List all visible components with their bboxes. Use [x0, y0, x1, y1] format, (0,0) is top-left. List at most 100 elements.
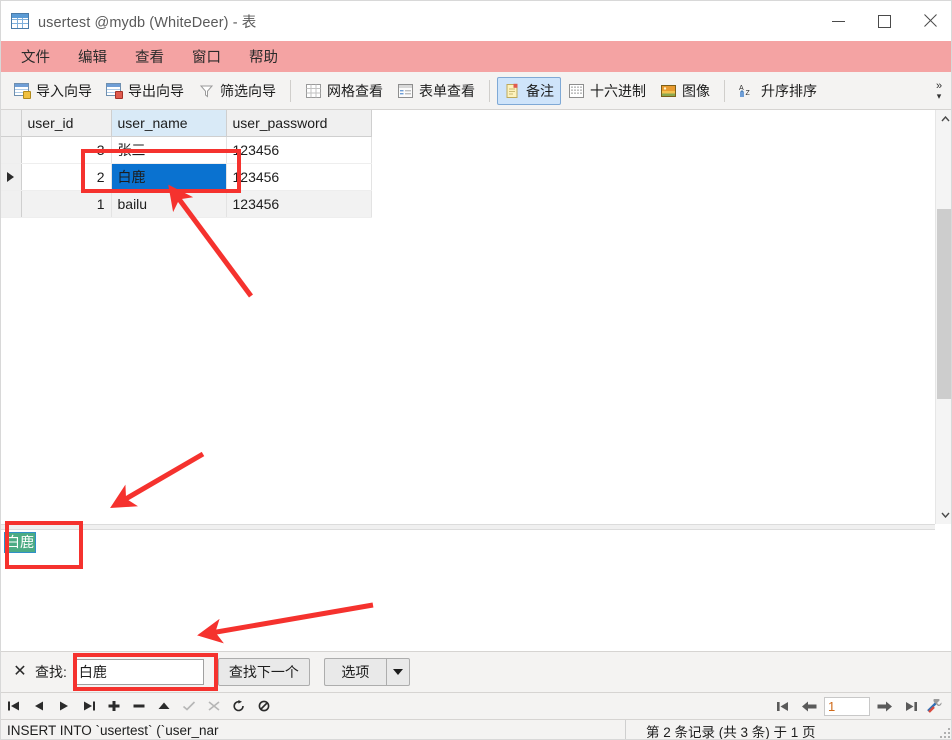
find-close-icon[interactable]: ✕: [11, 663, 29, 681]
first-page-button[interactable]: [772, 694, 797, 719]
confirm-check-button[interactable]: [176, 694, 201, 719]
current-row-marker-icon: [7, 171, 15, 182]
close-icon: [923, 14, 937, 28]
add-record-button[interactable]: [101, 694, 126, 719]
next-page-icon: [877, 701, 892, 712]
scrollbar-thumb[interactable]: [937, 209, 951, 399]
column-header-user-id[interactable]: user_id: [21, 110, 112, 137]
image-label: 图像: [682, 82, 710, 99]
scroll-down-icon[interactable]: [936, 506, 951, 524]
row-header-current[interactable]: [1, 163, 22, 191]
table-row[interactable]: 3 张三 123456: [1, 136, 372, 164]
find-input[interactable]: [73, 659, 204, 685]
delete-record-button[interactable]: [126, 694, 151, 719]
find-options-group: 选项: [323, 658, 410, 686]
form-view-button[interactable]: 表单查看: [390, 77, 482, 105]
previous-page-button[interactable]: [797, 694, 822, 719]
find-next-button[interactable]: 查找下一个: [217, 658, 310, 686]
window-title: usertest @mydb (WhiteDeer) - 表: [38, 14, 257, 31]
svg-text:Z: Z: [746, 90, 751, 97]
scroll-up-icon[interactable]: [936, 110, 951, 128]
toolbar-separator-3: [724, 79, 725, 102]
maximize-button[interactable]: [861, 1, 907, 41]
cancel-cross-icon: [208, 701, 219, 711]
memo-label: 备注: [526, 82, 554, 99]
grid-view-button[interactable]: 网格查看: [298, 77, 390, 105]
form-view-label: 表单查看: [419, 82, 475, 99]
cell-user-id[interactable]: 3: [21, 136, 112, 164]
cell-user-id[interactable]: 2: [21, 163, 112, 191]
refresh-button[interactable]: [226, 694, 251, 719]
data-grid: user_id user_name user_password 3 张三 123…: [1, 110, 372, 218]
row-header[interactable]: [1, 136, 22, 164]
cell-user-password[interactable]: 123456: [226, 163, 372, 191]
filter-wizard-icon: [198, 83, 215, 99]
chevron-down-icon: [392, 669, 403, 675]
cancel-cross-button[interactable]: [201, 694, 226, 719]
sort-ascending-button[interactable]: A Z 升序排序: [732, 77, 824, 105]
menu-edit[interactable]: 编辑: [68, 43, 117, 70]
tools-button[interactable]: [922, 694, 947, 719]
stop-icon: [258, 700, 269, 712]
grid-header-row: user_id user_name user_password: [1, 110, 372, 137]
import-wizard-icon: [14, 82, 31, 99]
row-header[interactable]: [1, 190, 22, 218]
last-page-button[interactable]: [897, 694, 922, 719]
refresh-icon: [232, 700, 244, 712]
menu-help[interactable]: 帮助: [239, 43, 288, 70]
memo-editor-panel[interactable]: 白鹿: [1, 530, 951, 652]
last-record-button[interactable]: [76, 694, 101, 719]
main-toolbar: 导入向导 导出向导 筛选向导 网格查看 表单查看 备注 十六进制 图像 A Z …: [1, 72, 951, 110]
table-row[interactable]: 2 白鹿 123456: [1, 163, 372, 191]
filter-wizard-button[interactable]: 筛选向导: [191, 77, 283, 105]
grid-view-icon: [305, 83, 322, 99]
previous-record-button[interactable]: [26, 694, 51, 719]
cell-user-id[interactable]: 1: [21, 190, 112, 218]
next-page-button[interactable]: [872, 694, 897, 719]
previous-page-icon: [802, 701, 817, 712]
menu-view[interactable]: 查看: [125, 43, 174, 70]
minimize-button[interactable]: [815, 1, 861, 41]
apply-change-button[interactable]: [151, 694, 176, 719]
chevron-down-icon: ▾: [936, 91, 942, 101]
grid-corner-header[interactable]: [1, 110, 22, 137]
close-button[interactable]: [907, 1, 951, 41]
maximize-icon: [877, 14, 891, 28]
first-record-icon: [7, 701, 19, 711]
minimize-icon: [831, 20, 845, 22]
cell-user-name[interactable]: 张三: [111, 136, 227, 164]
export-wizard-label: 导出向导: [128, 82, 184, 99]
import-wizard-button[interactable]: 导入向导: [7, 77, 99, 105]
next-record-button[interactable]: [51, 694, 76, 719]
first-record-button[interactable]: [1, 694, 26, 719]
next-record-icon: [59, 701, 68, 711]
memo-value[interactable]: 白鹿: [4, 532, 36, 553]
find-options-dropdown-button[interactable]: [385, 658, 410, 686]
toolbar-overflow-button[interactable]: » ▾: [929, 72, 949, 110]
hex-icon: [568, 83, 585, 99]
hex-button[interactable]: 十六进制: [561, 77, 653, 105]
menu-file[interactable]: 文件: [11, 43, 60, 70]
data-grid-area: user_id user_name user_password 3 张三 123…: [1, 110, 951, 524]
cell-user-name[interactable]: bailu: [111, 190, 227, 218]
toolbar-overflow-chevrons: »: [935, 80, 943, 92]
window-controls: [815, 1, 951, 41]
resize-grip-icon[interactable]: [940, 728, 950, 738]
column-header-user-name[interactable]: user_name: [111, 110, 227, 137]
cell-user-password[interactable]: 123456: [226, 190, 372, 218]
image-button[interactable]: 图像: [653, 77, 717, 105]
stop-button[interactable]: [251, 694, 276, 719]
status-record-info: 第 2 条记录 (共 3 条) 于 1 页: [646, 724, 816, 740]
cell-user-password[interactable]: 123456: [226, 136, 372, 164]
column-header-user-password[interactable]: user_password: [226, 110, 372, 137]
menu-window[interactable]: 窗口: [182, 43, 231, 70]
memo-button[interactable]: 备注: [497, 76, 561, 105]
page-number-input[interactable]: [824, 697, 870, 716]
table-row[interactable]: 1 bailu 123456: [1, 190, 372, 218]
find-options-button[interactable]: 选项: [323, 658, 386, 686]
grid-vertical-scrollbar[interactable]: [935, 110, 951, 524]
export-wizard-button[interactable]: 导出向导: [99, 77, 191, 105]
find-label: 查找:: [35, 664, 67, 680]
form-view-icon: [397, 83, 414, 99]
cell-user-name-selected[interactable]: 白鹿: [111, 163, 227, 191]
